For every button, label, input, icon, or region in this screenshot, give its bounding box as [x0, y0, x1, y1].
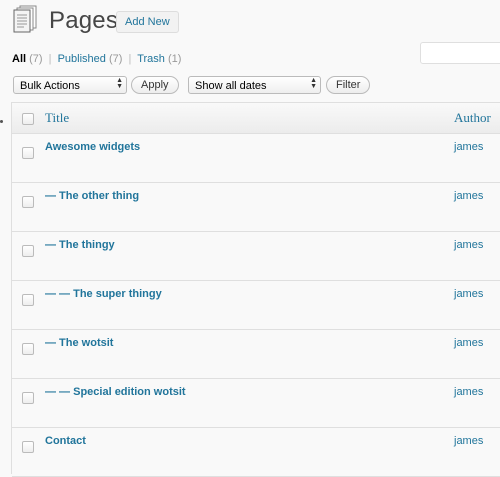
edge-marker [0, 120, 3, 123]
row-title-link[interactable]: Contact [45, 435, 86, 447]
search-input[interactable] [420, 42, 500, 64]
row-title-link[interactable]: Awesome widgets [45, 141, 140, 153]
row-checkbox[interactable] [22, 147, 34, 159]
row-checkbox[interactable] [22, 196, 34, 208]
filter-all-link[interactable]: All [12, 53, 26, 65]
row-author-link[interactable]: james [454, 141, 483, 153]
table-row: — The thingy james [12, 232, 500, 281]
table-row: — — Special edition wotsit james [12, 379, 500, 428]
row-title-link[interactable]: — The wotsit [45, 337, 113, 349]
filter-trash-count: (1) [167, 53, 182, 65]
table-header: Title Author [12, 103, 500, 134]
row-title-link[interactable]: — The thingy [45, 239, 115, 251]
bulk-actions-value: Bulk Actions [20, 80, 80, 92]
row-checkbox[interactable] [22, 392, 34, 404]
row-author-link[interactable]: james [454, 337, 483, 349]
page-title: Pages [49, 7, 119, 34]
row-author-link[interactable]: james [454, 435, 483, 447]
filter-all-count: (7) [29, 53, 43, 65]
table-row: Contact james [12, 428, 500, 477]
table-row: Awesome widgets james [12, 134, 500, 183]
row-checkbox[interactable] [22, 441, 34, 453]
row-title-link[interactable]: — The other thing [45, 190, 139, 202]
filter-separator: | [128, 53, 132, 65]
filter-published-link[interactable]: Published [58, 53, 106, 65]
row-checkbox[interactable] [22, 343, 34, 355]
row-author-link[interactable]: james [454, 239, 483, 251]
apply-button[interactable]: Apply [131, 76, 179, 94]
add-new-button[interactable]: Add New [116, 11, 179, 33]
dates-select[interactable]: Show all dates ▲ ▼ [188, 76, 321, 94]
filter-button[interactable]: Filter [326, 76, 371, 94]
filter-published-count: (7) [108, 53, 123, 65]
status-filters: All (7) | Published (7) | Trash (1) [12, 53, 181, 65]
table-row: — — The super thingy james [12, 281, 500, 330]
row-title-link[interactable]: — — Special edition wotsit [45, 386, 186, 398]
row-title-link[interactable]: — — The super thingy [45, 288, 162, 300]
column-author-header: Author [454, 110, 491, 125]
select-arrows-icon: ▲ ▼ [310, 77, 317, 90]
row-checkbox[interactable] [22, 294, 34, 306]
row-author-link[interactable]: james [454, 288, 483, 300]
bulk-actions-select[interactable]: Bulk Actions ▲ ▼ [13, 76, 127, 94]
row-checkbox[interactable] [22, 245, 34, 257]
select-all-checkbox[interactable] [22, 113, 34, 125]
dates-value: Show all dates [195, 80, 267, 92]
select-arrows-icon: ▲ ▼ [116, 77, 123, 90]
table-row: — The wotsit james [12, 330, 500, 379]
table-row: — The other thing james [12, 183, 500, 232]
filter-trash-link[interactable]: Trash [137, 53, 165, 65]
row-author-link[interactable]: james [454, 190, 483, 202]
filter-separator: | [48, 53, 52, 65]
pages-icon [13, 5, 37, 33]
pages-table: Title Author Awesome widgets james — The… [11, 102, 500, 477]
row-author-link[interactable]: james [454, 386, 483, 398]
column-title-header[interactable]: Title [45, 110, 69, 126]
